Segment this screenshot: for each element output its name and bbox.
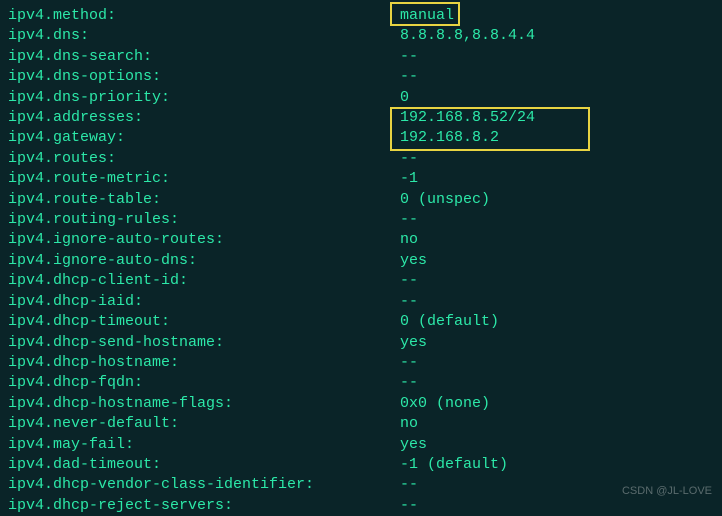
config-row: ipv4.dns-search:-- — [8, 47, 714, 67]
config-row: ipv4.dhcp-hostname:-- — [8, 353, 714, 373]
config-value: -- — [400, 353, 418, 373]
config-row: ipv4.may-fail:yes — [8, 435, 714, 455]
config-row: ipv4.routing-rules:-- — [8, 210, 714, 230]
config-key: ipv4.routes: — [8, 149, 400, 169]
config-row: ipv4.dhcp-timeout:0 (default) — [8, 312, 714, 332]
config-value: -- — [400, 373, 418, 393]
config-value: -- — [400, 496, 418, 516]
config-value: 0x0 (none) — [400, 394, 490, 414]
config-row: ipv4.ignore-auto-routes:no — [8, 230, 714, 250]
config-row: ipv4.ignore-auto-dns:yes — [8, 251, 714, 271]
config-key: ipv4.gateway: — [8, 128, 400, 148]
config-value: yes — [400, 333, 427, 353]
config-row: ipv4.dhcp-client-id:-- — [8, 271, 714, 291]
config-value: -- — [400, 149, 418, 169]
config-value: 8.8.8.8,8.8.4.4 — [400, 26, 535, 46]
config-key: ipv4.dhcp-iaid: — [8, 292, 400, 312]
config-row: ipv4.addresses:192.168.8.52/24 — [8, 108, 714, 128]
config-value: 0 — [400, 88, 409, 108]
config-row: ipv4.dns:8.8.8.8,8.8.4.4 — [8, 26, 714, 46]
config-row: ipv4.dhcp-hostname-flags:0x0 (none) — [8, 394, 714, 414]
config-row: ipv4.dns-priority:0 — [8, 88, 714, 108]
config-value: 0 (unspec) — [400, 190, 490, 210]
config-key: ipv4.route-metric: — [8, 169, 400, 189]
config-row: ipv4.dns-options:-- — [8, 67, 714, 87]
config-value: manual — [400, 6, 454, 26]
config-key: ipv4.dns-search: — [8, 47, 400, 67]
config-row: ipv4.method:manual — [8, 6, 714, 26]
config-key: ipv4.dns-options: — [8, 67, 400, 87]
config-row: ipv4.dhcp-fqdn:-- — [8, 373, 714, 393]
config-key: ipv4.addresses: — [8, 108, 400, 128]
config-key: ipv4.ignore-auto-routes: — [8, 230, 400, 250]
config-row: ipv4.dhcp-reject-servers:-- — [8, 496, 714, 516]
config-value: -- — [400, 271, 418, 291]
config-value: -1 — [400, 169, 418, 189]
config-row: ipv4.route-metric:-1 — [8, 169, 714, 189]
config-key: ipv4.dns-priority: — [8, 88, 400, 108]
config-value: no — [400, 230, 418, 250]
config-value: yes — [400, 251, 427, 271]
config-row: ipv4.routes:-- — [8, 149, 714, 169]
config-row: ipv4.dad-timeout:-1 (default) — [8, 455, 714, 475]
config-key: ipv4.routing-rules: — [8, 210, 400, 230]
config-value: -- — [400, 67, 418, 87]
config-key: ipv4.method: — [8, 6, 400, 26]
config-key: ipv4.dhcp-send-hostname: — [8, 333, 400, 353]
config-key: ipv4.route-table: — [8, 190, 400, 210]
config-key: ipv4.dhcp-hostname-flags: — [8, 394, 400, 414]
config-key: ipv4.dhcp-timeout: — [8, 312, 400, 332]
config-value: 192.168.8.52/24 — [400, 108, 535, 128]
config-key: ipv4.dhcp-fqdn: — [8, 373, 400, 393]
config-value: 0 (default) — [400, 312, 499, 332]
config-key: ipv4.dad-timeout: — [8, 455, 400, 475]
config-value: -- — [400, 47, 418, 67]
config-row: ipv4.dhcp-vendor-class-identifier:-- — [8, 475, 714, 495]
config-key: ipv4.ignore-auto-dns: — [8, 251, 400, 271]
config-key: ipv4.never-default: — [8, 414, 400, 434]
config-key: ipv4.dns: — [8, 26, 400, 46]
terminal-output: ipv4.method:manualipv4.dns:8.8.8.8,8.8.4… — [8, 6, 714, 516]
config-value: -- — [400, 475, 418, 495]
config-key: ipv4.dhcp-reject-servers: — [8, 496, 400, 516]
config-row: ipv4.never-default:no — [8, 414, 714, 434]
config-key: ipv4.dhcp-client-id: — [8, 271, 400, 291]
config-row: ipv4.dhcp-iaid:-- — [8, 292, 714, 312]
config-row: ipv4.route-table:0 (unspec) — [8, 190, 714, 210]
config-row: ipv4.gateway:192.168.8.2 — [8, 128, 714, 148]
config-value: 192.168.8.2 — [400, 128, 499, 148]
config-value: -1 (default) — [400, 455, 508, 475]
config-value: -- — [400, 210, 418, 230]
config-value: no — [400, 414, 418, 434]
config-key: ipv4.dhcp-vendor-class-identifier: — [8, 475, 400, 495]
watermark: CSDN @JL-LOVE — [622, 485, 712, 497]
config-key: ipv4.may-fail: — [8, 435, 400, 455]
config-value: -- — [400, 292, 418, 312]
config-key: ipv4.dhcp-hostname: — [8, 353, 400, 373]
config-row: ipv4.dhcp-send-hostname:yes — [8, 333, 714, 353]
config-value: yes — [400, 435, 427, 455]
